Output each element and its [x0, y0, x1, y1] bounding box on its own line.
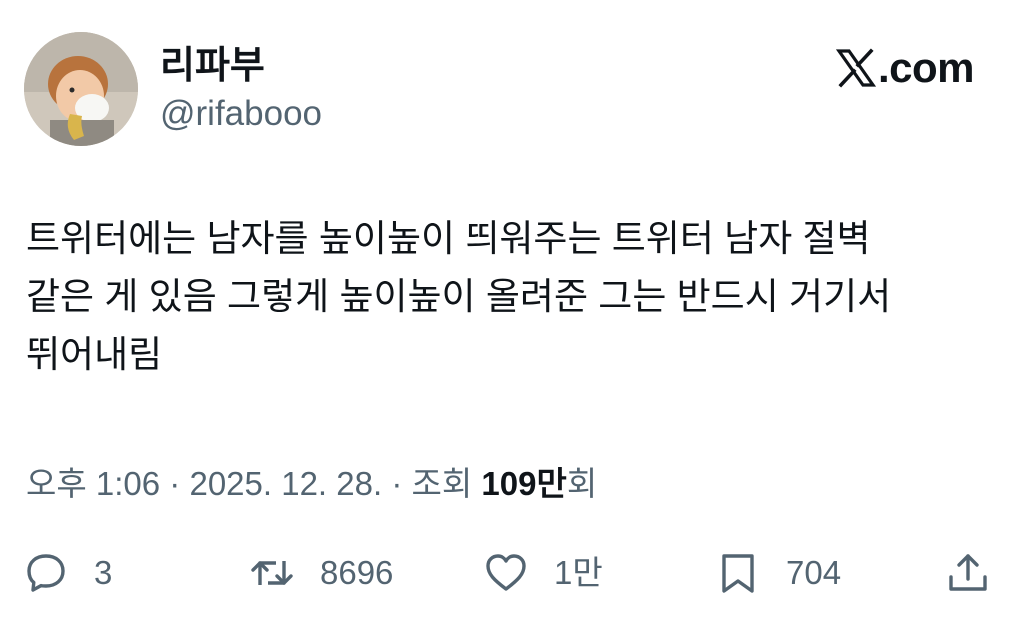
tweet-date[interactable]: 2025. 12. 28. [189, 465, 382, 502]
brand-logo: .com [835, 44, 975, 92]
tweet-line: 뛰어내림 [26, 334, 163, 375]
reply-count: 3 [94, 554, 113, 591]
meta-separator: · [391, 465, 403, 502]
author-handle[interactable]: @rifabooo [160, 92, 322, 136]
views-label: 조회 [411, 465, 473, 502]
bookmark-count: 704 [786, 554, 842, 591]
repost-count: 8696 [320, 554, 394, 591]
reply-icon [27, 554, 65, 592]
share-icon [949, 554, 987, 591]
views-count: 109만 [481, 465, 567, 502]
heart-icon [486, 554, 526, 591]
author-display-name[interactable]: 리파부 [160, 44, 265, 88]
action-bar: 3 8696 1만 704 [0, 548, 1024, 598]
meta-separator: · [169, 465, 181, 502]
tweet-line: 트위터에는 남자를 높이높이 띄워주는 트위터 남자 절벽 [26, 218, 871, 259]
x-logo-icon [835, 48, 876, 88]
bookmark-button[interactable]: 704 [716, 548, 841, 598]
repost-icon [251, 561, 293, 585]
tweet-meta: 오후 1:06 · 2025. 12. 28. · 조회 109만회 [26, 462, 597, 506]
reply-button[interactable]: 3 [24, 548, 112, 598]
brand-text: .com [877, 44, 975, 91]
tweet-line: 같은 게 있음 그렇게 높이높이 올려준 그는 반드시 거기서 [26, 276, 892, 317]
like-button[interactable]: 1만 [484, 548, 603, 598]
tweet-text: 트위터에는 남자를 높이높이 띄워주는 트위터 남자 절벽 같은 게 있음 그렇… [26, 210, 1001, 384]
avatar[interactable] [24, 32, 138, 146]
avatar-image [24, 32, 138, 146]
repost-button[interactable]: 8696 [250, 548, 393, 598]
tweet-time[interactable]: 오후 1:06 [26, 465, 160, 502]
share-button[interactable] [946, 548, 990, 598]
bookmark-icon [722, 554, 754, 593]
views-suffix: 회 [566, 465, 598, 502]
like-count: 1만 [554, 554, 603, 591]
